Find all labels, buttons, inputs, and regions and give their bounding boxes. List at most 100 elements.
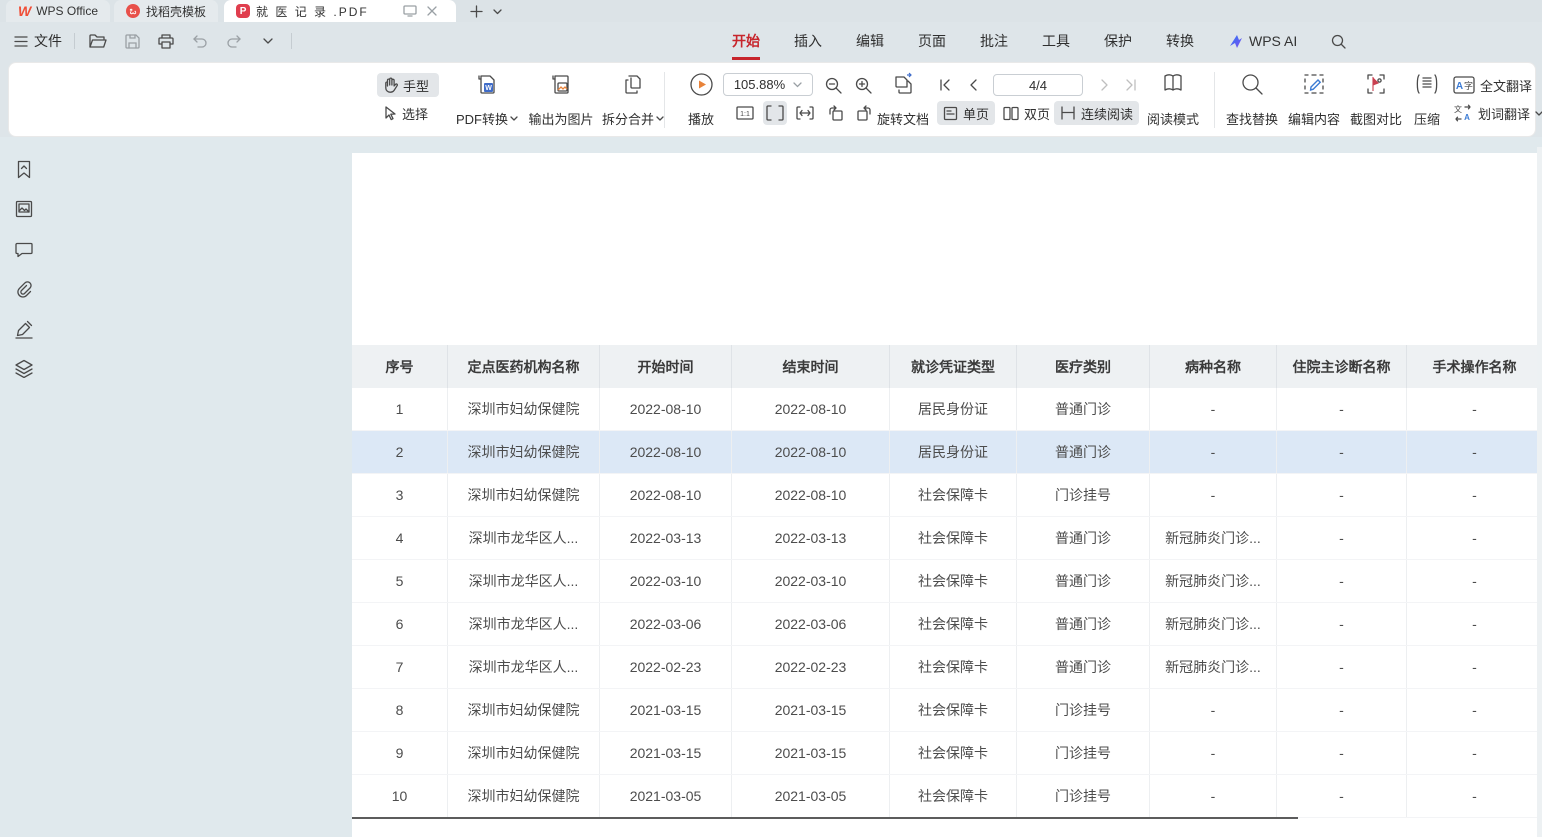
more-actions-chevron-icon[interactable] (257, 30, 279, 52)
menu-search-icon[interactable] (1331, 34, 1346, 49)
layers-panel-button[interactable] (13, 357, 35, 379)
redo-icon[interactable] (223, 30, 245, 52)
menu-convert[interactable]: 转换 (1166, 31, 1194, 51)
open-file-icon[interactable] (87, 30, 109, 52)
comment-panel-button[interactable] (13, 239, 35, 261)
actual-size-button[interactable]: 1:1 (733, 101, 757, 125)
word-translate-label: 划词翻译 (1478, 104, 1530, 123)
tab-list-chevron-icon[interactable] (493, 9, 502, 15)
menu-insert[interactable]: 插入 (794, 31, 822, 51)
hand-icon (383, 77, 398, 93)
word-translate-button[interactable]: 文 A 划词翻译 (1447, 101, 1542, 125)
find-replace-button[interactable]: 查找替换 (1221, 72, 1283, 128)
export-image-button[interactable]: 输出为图片 (523, 72, 599, 128)
zoom-out-button[interactable] (821, 73, 845, 97)
table-cell: - (1407, 689, 1542, 731)
table-cell: 3 (352, 474, 448, 516)
split-merge-button[interactable]: 拆分合并 (593, 72, 673, 128)
table-cell: 2022-08-10 (600, 388, 732, 430)
menu-protect[interactable]: 保护 (1104, 31, 1132, 51)
table-cell: 深圳市妇幼保健院 (448, 431, 600, 473)
read-mode-button[interactable]: 阅读模式 (1137, 72, 1209, 128)
table-row[interactable]: 4深圳市龙华区人...2022-03-132022-03-13社会保障卡普通门诊… (352, 517, 1542, 560)
menu-tools[interactable]: 工具 (1042, 31, 1070, 51)
table-cell: 2021-03-15 (732, 732, 890, 774)
full-translate-button[interactable]: A 字 全文翻译 (1447, 73, 1538, 97)
rotate-right-button[interactable] (853, 101, 877, 125)
zoom-level-select[interactable]: 105.88% (723, 73, 813, 96)
rotate-document-button[interactable]: 旋转文档 (866, 72, 940, 128)
fit-width-button[interactable] (793, 101, 817, 125)
scrollbar-track[interactable] (1537, 147, 1542, 837)
svg-text:字: 字 (1464, 80, 1473, 91)
table-header-row: 序号定点医药机构名称开始时间结束时间就诊凭证类型医疗类别病种名称住院主诊断名称手… (352, 345, 1542, 388)
menu-edit[interactable]: 编辑 (856, 31, 884, 51)
tab-wps-office[interactable]: W WPS Office (6, 0, 110, 22)
tab-docer-templates[interactable]: ಒ 找稻壳模板 (114, 0, 218, 22)
screenshot-compare-button[interactable]: 截图对比 (1345, 72, 1407, 128)
table-row[interactable]: 3深圳市妇幼保健院2022-08-102022-08-10社会保障卡门诊挂号--… (352, 474, 1542, 517)
table-cell: - (1150, 732, 1277, 774)
fit-page-button[interactable] (763, 101, 787, 125)
pdf-convert-button[interactable]: W PDF转换 (447, 72, 527, 128)
table-row[interactable]: 10深圳市妇幼保健院2021-03-052021-03-05社会保障卡门诊挂号-… (352, 775, 1542, 818)
single-page-button[interactable]: 单页 (937, 101, 995, 125)
next-page-button[interactable] (1093, 73, 1117, 97)
table-cell: 2022-02-23 (732, 646, 890, 688)
file-menu-button[interactable]: 文件 (14, 31, 62, 51)
tab-document-pdf[interactable]: P 就 医 记 录 .PDF (224, 0, 456, 22)
table-cell: - (1407, 646, 1542, 688)
double-page-icon (1003, 106, 1019, 121)
hand-tool-label: 手型 (403, 76, 429, 95)
pdf-convert-icon: W (474, 72, 500, 98)
first-page-button[interactable] (933, 73, 957, 97)
close-tab-icon[interactable] (427, 6, 437, 16)
select-tool-button[interactable]: 选择 (377, 101, 439, 125)
read-mode-label: 阅读模式 (1147, 109, 1199, 128)
table-cell: 深圳市龙华区人... (448, 646, 600, 688)
table-cell: 5 (352, 560, 448, 602)
undo-icon[interactable] (189, 30, 211, 52)
find-replace-label: 查找替换 (1226, 109, 1278, 128)
table-row[interactable]: 2深圳市妇幼保健院2022-08-102022-08-10居民身份证普通门诊--… (352, 431, 1542, 474)
bookmark-panel-button[interactable] (13, 158, 35, 180)
wps-ai-button[interactable]: WPS AI (1228, 33, 1297, 49)
table-cell: 社会保障卡 (890, 732, 1017, 774)
save-icon[interactable] (121, 30, 143, 52)
continuous-read-button[interactable]: 连续阅读 (1054, 101, 1139, 125)
table-cell: - (1150, 388, 1277, 430)
play-button[interactable]: 播放 (675, 72, 727, 128)
table-cell: 2021-03-15 (732, 689, 890, 731)
rotate-left-button[interactable] (823, 101, 847, 125)
print-icon[interactable] (155, 30, 177, 52)
divider (74, 33, 75, 49)
header-cell: 住院主诊断名称 (1277, 345, 1407, 388)
wps-pdf-window: W WPS Office ಒ 找稻壳模板 P 就 医 记 录 .PDF (0, 0, 1542, 837)
prev-page-button[interactable] (961, 73, 985, 97)
table-cell: 6 (352, 603, 448, 645)
new-tab-plus-icon[interactable] (470, 5, 483, 18)
table-cell: 门诊挂号 (1017, 689, 1150, 731)
table-row[interactable]: 8深圳市妇幼保健院2021-03-152021-03-15社会保障卡门诊挂号--… (352, 689, 1542, 732)
table-cell: 新冠肺炎门诊... (1150, 646, 1277, 688)
table-row[interactable]: 9深圳市妇幼保健院2021-03-152021-03-15社会保障卡门诊挂号--… (352, 732, 1542, 775)
attachment-panel-button[interactable] (13, 278, 35, 300)
hand-tool-button[interactable]: 手型 (377, 73, 439, 97)
table-row[interactable]: 7深圳市龙华区人...2022-02-232022-02-23社会保障卡普通门诊… (352, 646, 1542, 689)
table-row[interactable]: 6深圳市龙华区人...2022-03-062022-03-06社会保障卡普通门诊… (352, 603, 1542, 646)
edit-content-label: 编辑内容 (1288, 109, 1340, 128)
monitor-icon[interactable] (403, 5, 417, 17)
edit-content-button[interactable]: 编辑内容 (1283, 72, 1345, 128)
table-row[interactable]: 1深圳市妇幼保健院2022-08-102022-08-10居民身份证普通门诊--… (352, 388, 1542, 431)
table-row[interactable]: 5深圳市龙华区人...2022-03-102022-03-10社会保障卡普通门诊… (352, 560, 1542, 603)
menu-page[interactable]: 页面 (918, 31, 946, 51)
signature-panel-button[interactable] (13, 318, 35, 340)
continuous-read-icon (1060, 106, 1076, 120)
table-cell: 7 (352, 646, 448, 688)
page-number-input[interactable]: 4/4 (993, 74, 1083, 96)
menu-home[interactable]: 开始 (732, 31, 760, 51)
thumbnail-panel-button[interactable] (13, 198, 35, 220)
menu-comment[interactable]: 批注 (980, 31, 1008, 51)
table-cell: 普通门诊 (1017, 603, 1150, 645)
compress-button[interactable]: 压缩 (1405, 72, 1449, 128)
